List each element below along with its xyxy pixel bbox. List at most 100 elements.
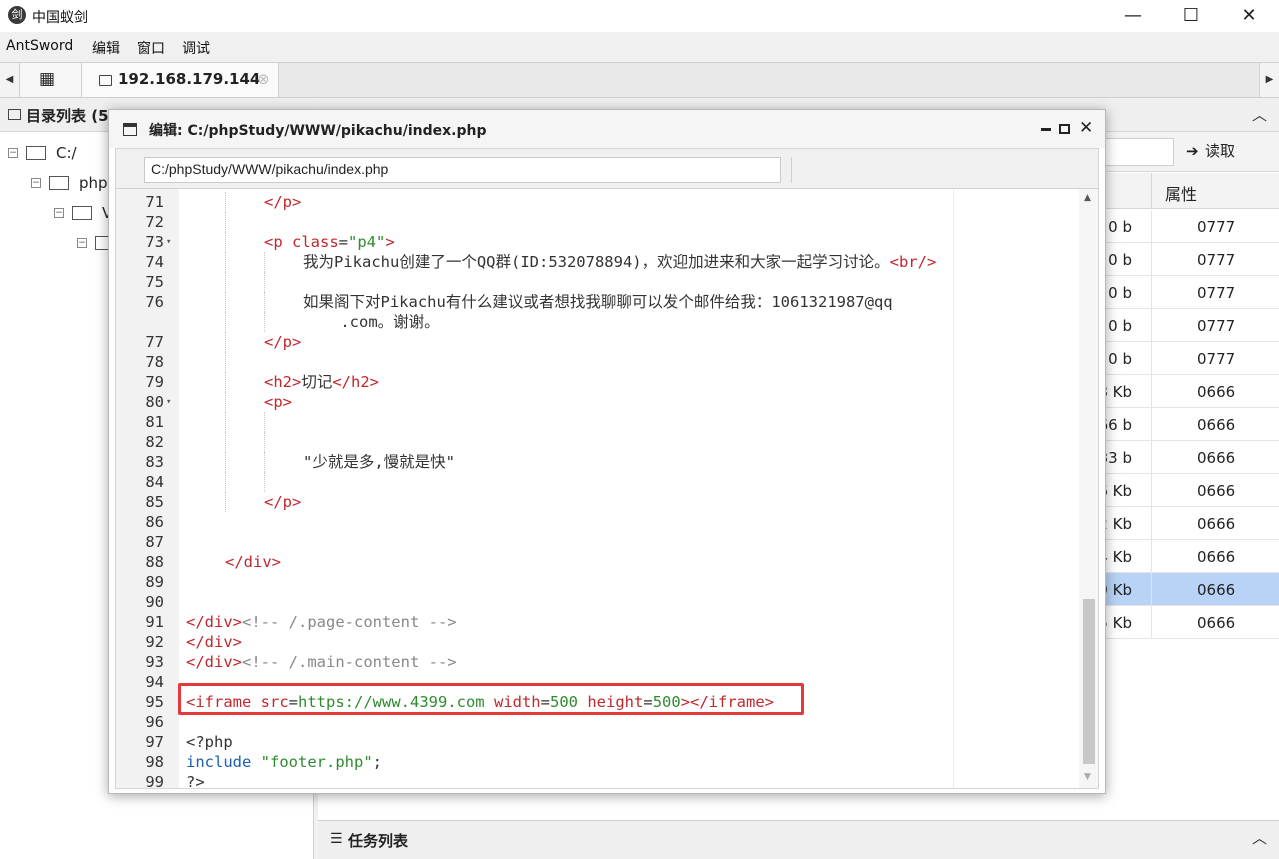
scroll-thumb[interactable] (1083, 599, 1095, 764)
read-button[interactable]: ➔ 读取 (1186, 140, 1235, 164)
tab-scroll-right-icon[interactable]: ▶ (1259, 63, 1279, 97)
code-line: 85 </p> (116, 492, 1076, 512)
editor-close-button[interactable]: ✕ (1079, 118, 1093, 138)
file-attr-cell: 0666 (1197, 515, 1236, 533)
fold-toggle-icon[interactable]: ▾ (166, 392, 171, 412)
code-token: 我为Pikachu创建了一个QQ群(ID:532078894)，欢迎加进来和大家… (303, 253, 890, 271)
indent-guide (225, 452, 226, 472)
code-line: 76 如果阁下对Pikachu有什么建议或者想找我聊聊可以发个邮件给我：10613… (116, 292, 1076, 312)
code-token: = (338, 233, 349, 251)
code-line: 99 ?> (116, 772, 1076, 788)
code-token: <!-- /.main-content --> (242, 653, 457, 671)
collapse-icon[interactable]: − (54, 208, 64, 218)
code-token: class (292, 233, 339, 251)
indent-guide (225, 332, 226, 352)
indent-guide (225, 272, 226, 292)
indent-guide (225, 492, 226, 512)
scroll-down-icon[interactable]: ▼ (1084, 772, 1091, 782)
code-token: include (186, 753, 252, 771)
menu-window[interactable]: 窗口 (137, 38, 165, 58)
code-line: 92 </div> (116, 632, 1076, 652)
code-token: ?> (186, 773, 205, 788)
tab-shell-192-168-179-144[interactable]: 192.168.179.144 ⊗ (82, 63, 279, 97)
tab-label: 192.168.179.144 (118, 70, 261, 88)
code-token: > (385, 233, 395, 251)
menu-antsword[interactable]: AntSword (6, 38, 73, 54)
code-token: "p4" (348, 233, 386, 251)
code-line: 79 <h2>切记</h2> (116, 372, 1076, 392)
line-number: 89 (145, 573, 164, 591)
tree-node-label: php (79, 174, 108, 192)
file-attr-cell: 0777 (1197, 284, 1236, 302)
code-text: ?> (186, 772, 205, 788)
tab-home[interactable]: ▦ (20, 63, 82, 97)
line-number: 77 (145, 333, 164, 351)
line-number: 85 (145, 493, 164, 511)
code-token: </h2> (332, 373, 380, 391)
code-line: 81 (116, 412, 1076, 432)
indent-guide (225, 392, 226, 412)
expand-up-icon[interactable]: ︿ (1252, 827, 1267, 848)
line-number: 98 (145, 753, 164, 771)
indent-guide (225, 372, 226, 392)
code-text: </p> (264, 332, 301, 352)
file-attr-cell: 0666 (1197, 383, 1236, 401)
scroll-up-icon[interactable]: ▲ (1084, 193, 1091, 203)
fold-toggle-icon[interactable]: ▾ (166, 232, 171, 252)
editor-window: 编辑: C:/phpStudy/WWW/pikachu/index.php ✕ … (108, 109, 1106, 794)
line-number: 79 (145, 373, 164, 391)
editor-path-bar: C:/phpStudy/WWW/pikachu/index.php (116, 149, 1098, 189)
editor-maximize-button[interactable] (1059, 124, 1070, 134)
editor-body: C:/phpStudy/WWW/pikachu/index.php 71 </p>… (115, 148, 1099, 789)
file-attr-cell: 0666 (1197, 482, 1236, 500)
read-button-label: 读取 (1205, 142, 1236, 160)
minimize-button[interactable]: — (1104, 0, 1162, 32)
code-line: 97 <?php (116, 732, 1076, 752)
editor-minimize-button[interactable] (1041, 128, 1051, 131)
indent-guide (225, 412, 226, 432)
column-header-attr[interactable]: 属性 (1165, 181, 1197, 205)
folder-icon (72, 206, 92, 220)
code-editor[interactable]: 71 </p> 72 73 ▾ <p class="p4"> 74 我为Pikachu创建了一… (116, 189, 1098, 788)
menu-debug[interactable]: 调试 (182, 38, 210, 58)
code-text: 我为Pikachu创建了一个QQ群(ID:532078894)，欢迎加进来和大家… (303, 252, 936, 272)
code-line: 74 我为Pikachu创建了一个QQ群(ID:532078894)，欢迎加进来和… (116, 252, 1076, 272)
code-text: </div> (186, 632, 242, 652)
tab-close-icon[interactable]: ⊗ (257, 70, 270, 88)
editor-window-titlebar[interactable]: 编辑: C:/phpStudy/WWW/pikachu/index.php ✕ (109, 110, 1105, 148)
code-line: 73 ▾ <p class="p4"> (116, 232, 1076, 252)
indent-guide (264, 312, 265, 332)
line-number: 82 (145, 433, 164, 451)
line-number: 94 (145, 673, 164, 691)
code-line: 71 </p> (116, 192, 1076, 212)
tree-node-label: C:/ (56, 144, 77, 162)
tab-scroll-left-icon[interactable]: ◀ (0, 63, 20, 97)
maximize-button[interactable]: ☐ (1162, 0, 1220, 32)
editor-scrollbar[interactable]: ▲ ▼ (1079, 189, 1098, 788)
code-line: 82 (116, 432, 1076, 452)
indent-guide (225, 232, 226, 252)
code-line: 91 </div><!-- /.page-content --> (116, 612, 1076, 632)
file-size-cell: 0 b (1108, 284, 1132, 302)
file-attr-cell: 0777 (1197, 218, 1236, 236)
indent-guide (264, 472, 265, 492)
code-token: </p> (264, 333, 302, 351)
code-token: </div> (186, 613, 242, 631)
collapse-icon[interactable]: − (77, 238, 87, 248)
editor-path-input[interactable]: C:/phpStudy/WWW/pikachu/index.php (144, 157, 781, 183)
collapse-icon[interactable]: − (31, 178, 41, 188)
line-number: 72 (145, 213, 164, 231)
close-button[interactable]: ✕ (1220, 0, 1278, 32)
indent-guide (264, 452, 265, 472)
task-list-bar[interactable]: ☰ 任务列表 ︿ (318, 820, 1279, 859)
menu-edit[interactable]: 编辑 (92, 38, 120, 58)
line-number: 81 (145, 413, 164, 431)
code-line: 84 (116, 472, 1076, 492)
collapse-icon[interactable]: − (8, 148, 18, 158)
code-text: include "footer.php"; (186, 752, 382, 772)
code-text: </div> (225, 552, 281, 572)
collapse-up-icon[interactable]: ︿ (1252, 104, 1267, 125)
file-size-cell: 0 b (1108, 350, 1132, 368)
line-number: 91 (145, 613, 164, 631)
